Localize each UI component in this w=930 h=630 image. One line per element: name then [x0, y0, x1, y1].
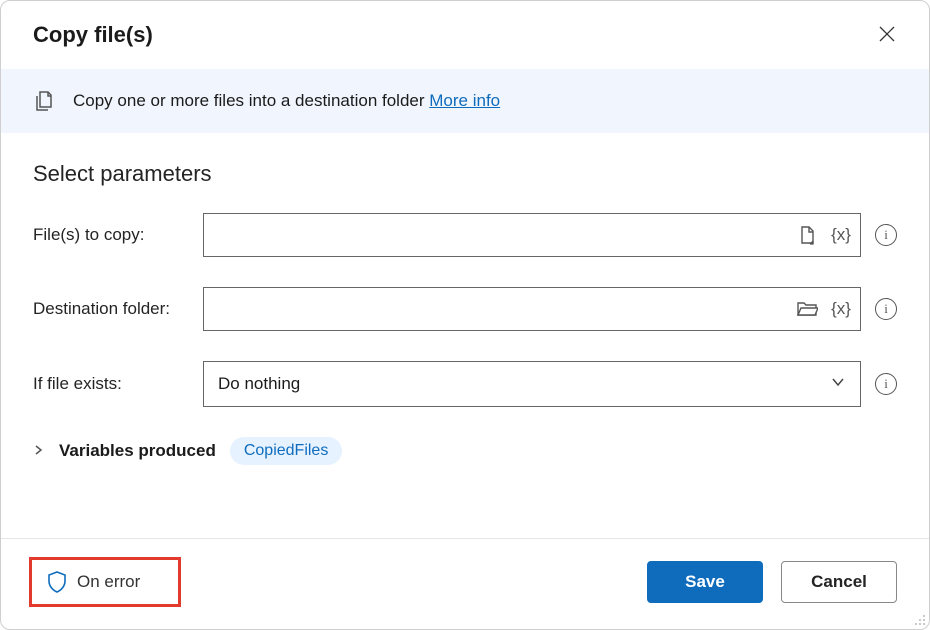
copy-files-dialog: Copy file(s) Copy one or more files into… — [0, 0, 930, 630]
close-button[interactable] — [871, 19, 903, 51]
info-text-content: Copy one or more files into a destinatio… — [73, 91, 429, 110]
info-bar: Copy one or more files into a destinatio… — [1, 69, 929, 133]
select-if-file-exists[interactable]: Do nothing — [203, 361, 861, 407]
variables-produced-label: Variables produced — [59, 441, 216, 461]
input-destination-shell: {x} — [203, 287, 861, 331]
input-files-to-copy[interactable] — [216, 214, 794, 256]
cancel-button[interactable]: Cancel — [781, 561, 897, 603]
section-heading: Select parameters — [33, 161, 897, 187]
row-if-file-exists: If file exists: Do nothing i — [33, 361, 897, 407]
titlebar: Copy file(s) — [1, 1, 929, 69]
insert-variable-icon[interactable]: {x} — [828, 296, 854, 322]
content-area: Select parameters File(s) to copy: {x} — [1, 133, 929, 538]
info-icon-destination[interactable]: i — [875, 298, 897, 320]
close-icon — [879, 26, 895, 45]
on-error-label: On error — [77, 572, 140, 592]
copy-files-icon — [33, 89, 57, 113]
dialog-title: Copy file(s) — [33, 22, 153, 48]
chevron-down-icon — [830, 374, 846, 395]
input-destination-folder[interactable] — [216, 288, 794, 330]
label-files-to-copy: File(s) to copy: — [33, 225, 203, 245]
info-icon-if-exists[interactable]: i — [875, 373, 897, 395]
on-error-button[interactable]: On error — [33, 561, 154, 603]
more-info-link[interactable]: More info — [429, 91, 500, 110]
variables-produced-row: Variables produced CopiedFiles — [33, 437, 897, 465]
resize-grip[interactable] — [910, 610, 926, 626]
label-destination-folder: Destination folder: — [33, 299, 203, 319]
shield-icon — [47, 571, 67, 593]
row-files-to-copy: File(s) to copy: {x} i — [33, 213, 897, 257]
browse-folder-icon[interactable] — [794, 296, 820, 322]
select-value: Do nothing — [218, 374, 300, 394]
chevron-right-icon[interactable] — [33, 441, 45, 461]
label-if-file-exists: If file exists: — [33, 374, 203, 394]
footer: On error Save Cancel — [1, 538, 929, 629]
insert-variable-icon[interactable]: {x} — [828, 222, 854, 248]
variable-pill[interactable]: CopiedFiles — [230, 437, 342, 465]
select-file-icon[interactable] — [794, 222, 820, 248]
row-destination-folder: Destination folder: {x} i — [33, 287, 897, 331]
info-text: Copy one or more files into a destinatio… — [73, 91, 500, 111]
input-files-to-copy-shell: {x} — [203, 213, 861, 257]
info-icon-files[interactable]: i — [875, 224, 897, 246]
save-button[interactable]: Save — [647, 561, 763, 603]
